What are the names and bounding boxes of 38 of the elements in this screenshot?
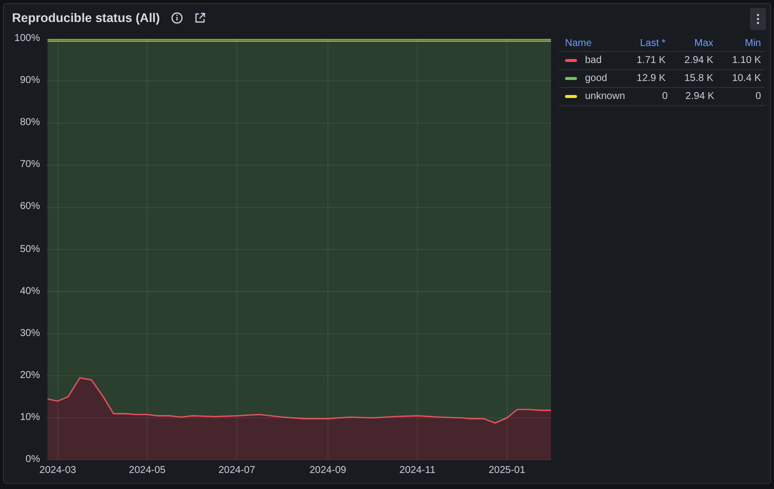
y-axis-label: 100% xyxy=(14,33,40,44)
column-header[interactable]: Max xyxy=(670,38,718,48)
menu-button[interactable] xyxy=(750,8,766,30)
x-axis-label: 2025-01 xyxy=(488,465,526,476)
column-header[interactable]: Min xyxy=(717,38,765,48)
x-axis-label: 2024-07 xyxy=(217,465,256,476)
legend-value: 15.8 K xyxy=(683,73,714,84)
legend-value: 0 xyxy=(754,91,762,102)
legend-value: 2.94 K xyxy=(683,55,714,66)
y-axis-label: 40% xyxy=(20,286,40,297)
y-axis-label: 30% xyxy=(20,328,40,339)
series-name[interactable]: bad xyxy=(585,55,602,66)
series-name[interactable]: good xyxy=(585,73,608,84)
series-name[interactable]: unknown xyxy=(585,91,626,102)
legend-value: 10.4 K xyxy=(731,73,762,84)
legend-value: 1.71 K xyxy=(636,55,667,66)
external-link-icon[interactable] xyxy=(194,12,206,24)
y-axis-label: 60% xyxy=(20,201,40,212)
legend-value: 1.10 K xyxy=(731,55,762,66)
y-axis-label: 10% xyxy=(20,412,40,423)
x-axis-label: 2024-03 xyxy=(38,465,78,476)
legend-value: 0 xyxy=(661,91,669,102)
y-axis-label: 90% xyxy=(20,75,40,86)
y-axis-label: 0% xyxy=(26,454,40,465)
legend-value: 12.9 K xyxy=(636,73,667,84)
column-header[interactable]: Name xyxy=(559,38,622,48)
y-axis-label: 70% xyxy=(20,159,40,170)
panel-title: Reproducible status (All) xyxy=(12,11,160,25)
kebab-menu-icon xyxy=(756,13,760,25)
x-axis-label: 2024-05 xyxy=(128,465,167,476)
y-axis-label: 20% xyxy=(20,370,40,381)
x-axis-label: 2024-11 xyxy=(398,465,436,476)
y-axis-label: 50% xyxy=(20,244,40,254)
y-axis-label: 80% xyxy=(20,117,40,128)
column-header[interactable]: Last * xyxy=(622,38,670,48)
legend-value: 2.94 K xyxy=(684,91,716,102)
info-icon[interactable] xyxy=(170,12,183,24)
x-axis-label: 2024-09 xyxy=(308,465,348,476)
